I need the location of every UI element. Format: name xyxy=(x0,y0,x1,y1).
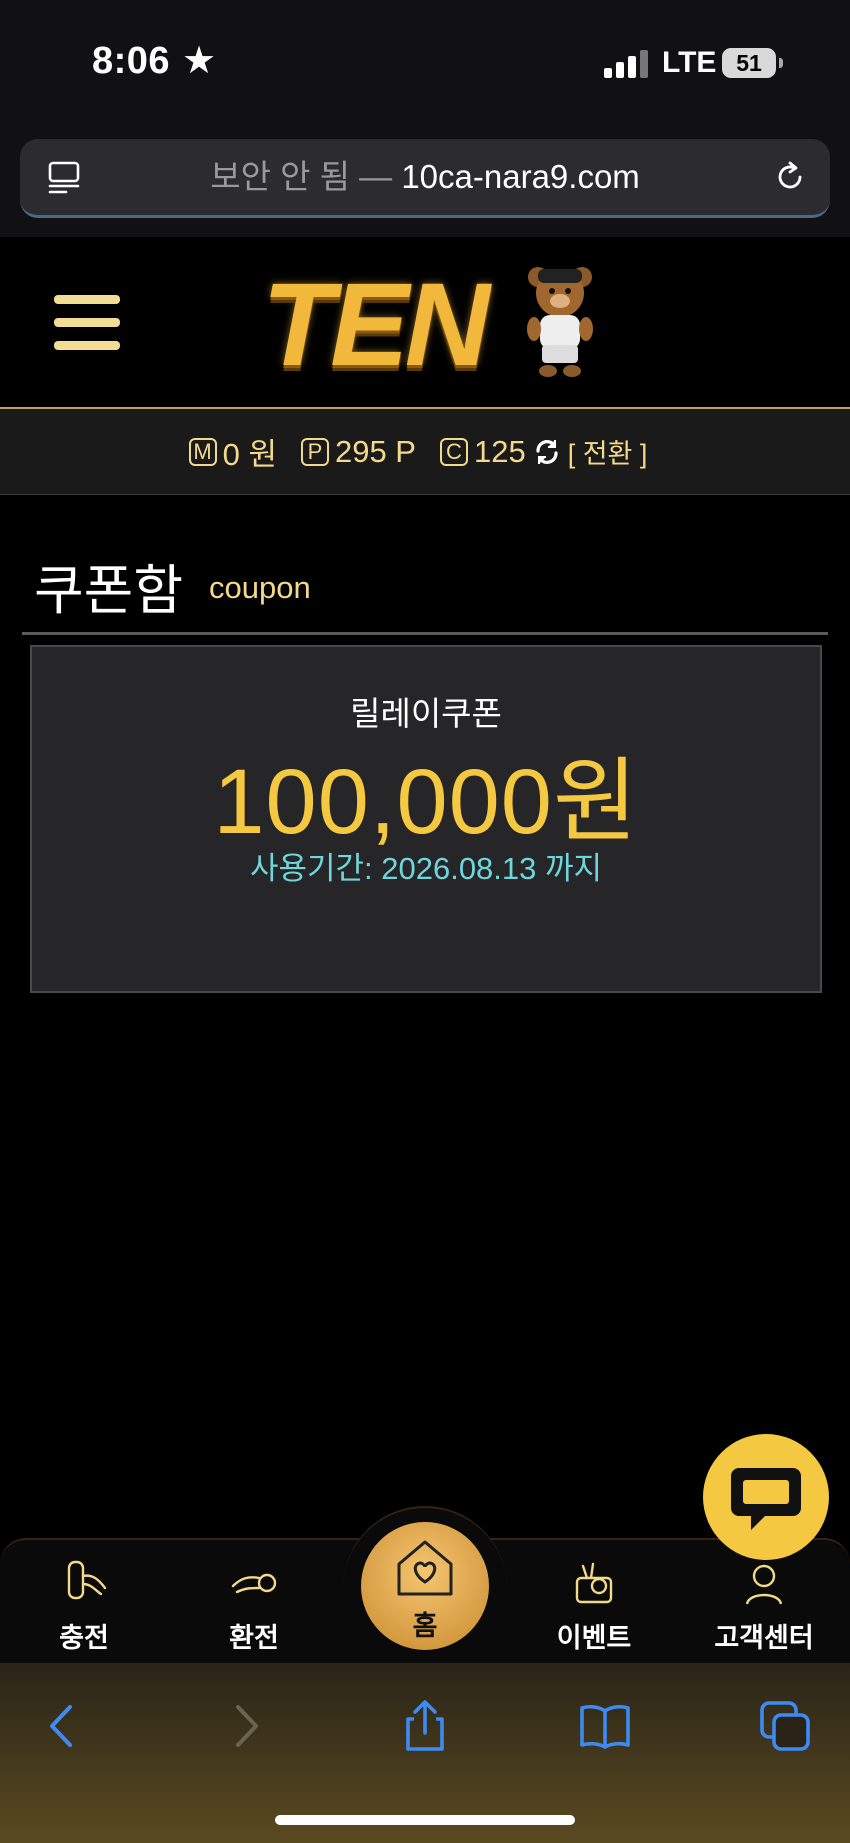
charge-icon xyxy=(67,1560,107,1600)
nav-home[interactable]: 홈 xyxy=(361,1522,489,1650)
site-header: TEN xyxy=(0,237,850,409)
share-icon[interactable] xyxy=(398,1699,452,1753)
site-logo[interactable]: TEN xyxy=(262,257,593,391)
point-balance: P 295 P xyxy=(300,433,416,470)
page-subtitle: coupon xyxy=(209,570,311,605)
address-bar[interactable]: 보안 안 됨 — 10ca-nara9.com xyxy=(20,139,830,218)
chat-button[interactable] xyxy=(703,1434,829,1560)
status-bar: 8:06 ★ LTE 51 xyxy=(0,0,850,125)
title-divider xyxy=(22,632,828,635)
coupon-expiry: 사용기간: 2026.08.13 까지 xyxy=(249,851,603,886)
support-icon xyxy=(745,1564,783,1605)
security-warning: 보안 안 됨 — xyxy=(210,158,393,195)
coin-value: 125 xyxy=(473,433,526,469)
battery-icon: 51 xyxy=(722,48,776,78)
nav-event-label: 이벤트 xyxy=(556,1623,632,1653)
battery-level: 51 xyxy=(736,50,762,76)
page-title: 쿠폰함 xyxy=(34,561,184,621)
money-value: 0 원 xyxy=(222,437,277,472)
switch-button[interactable]: [ 전환 ] xyxy=(568,432,648,471)
nav-charge-label: 충전 xyxy=(59,1623,109,1653)
coin-icon: C xyxy=(439,437,468,466)
money-icon: M xyxy=(188,437,217,466)
battery-cap xyxy=(779,58,783,68)
home-heart-icon xyxy=(397,1540,453,1596)
point-value: 295 P xyxy=(334,433,416,469)
point-icon: P xyxy=(300,437,329,466)
menu-icon[interactable] xyxy=(54,295,120,351)
status-time: 8:06 xyxy=(92,40,171,82)
reload-icon[interactable] xyxy=(772,159,808,195)
coupon-card[interactable]: 릴레이쿠폰 100,000원 사용기간: 2026.08.13 까지 xyxy=(30,645,822,993)
network-type: LTE xyxy=(662,46,717,79)
money-balance: M 0 원 xyxy=(188,429,277,474)
coin-balance: C 125 [ 전환 ] xyxy=(439,432,648,471)
chat-icon xyxy=(731,1468,801,1530)
nav-support-label: 고객센터 xyxy=(714,1623,814,1653)
nav-charge[interactable]: 충전 xyxy=(24,1540,144,1665)
exchange-icon xyxy=(231,1573,277,1594)
browser-address-area: 보안 안 됨 — 10ca-nara9.com xyxy=(0,125,850,237)
tabs-icon[interactable] xyxy=(758,1699,812,1753)
url-text[interactable]: 보안 안 됨 — 10ca-nara9.com xyxy=(20,139,830,215)
nav-exchange-label: 환전 xyxy=(229,1623,279,1653)
logo-text: TEN xyxy=(262,259,490,391)
signal-icon xyxy=(604,50,648,78)
back-icon[interactable] xyxy=(36,1699,90,1753)
refresh-icon[interactable] xyxy=(532,437,562,467)
url-domain: 10ca-nara9.com xyxy=(401,158,640,195)
gift-icon xyxy=(575,1562,613,1604)
nav-home-label: 홈 xyxy=(412,1611,438,1641)
bear-mascot-icon xyxy=(527,267,593,377)
coupon-amount: 100,000원 xyxy=(213,751,639,853)
bookmarks-icon[interactable] xyxy=(578,1699,632,1753)
star-icon: ★ xyxy=(182,40,217,82)
home-indicator xyxy=(275,1815,575,1825)
nav-exchange[interactable]: 환전 xyxy=(194,1540,314,1665)
balance-bar: M 0 원 P 295 P C 125 [ 전환 ] xyxy=(0,409,850,495)
forward-icon[interactable] xyxy=(218,1699,272,1753)
nav-event[interactable]: 이벤트 xyxy=(534,1540,654,1665)
